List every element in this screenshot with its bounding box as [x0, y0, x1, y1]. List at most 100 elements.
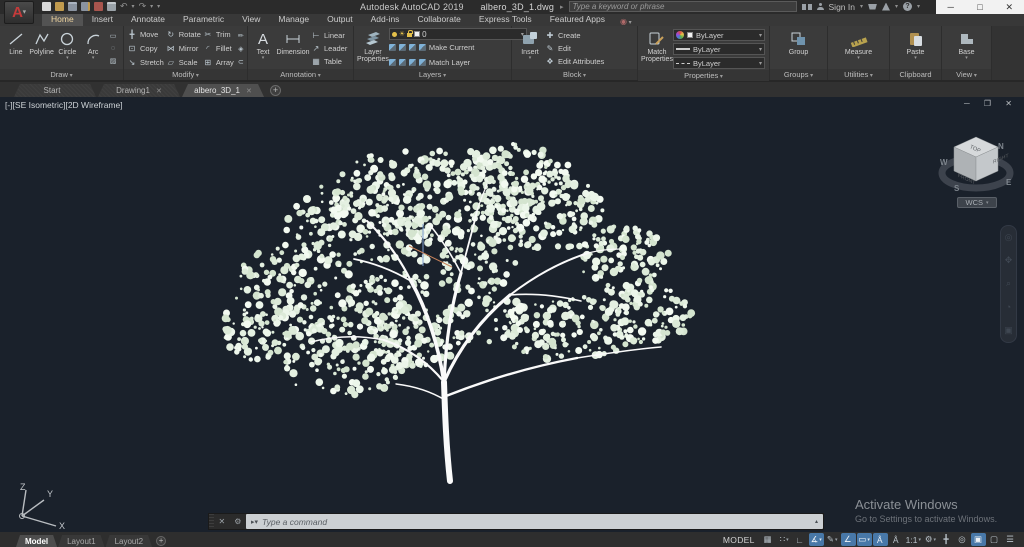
edit-attributes-button[interactable]: ❖Edit Attributes: [545, 55, 604, 68]
status-toggle[interactable]: ◎: [955, 533, 970, 546]
sign-in-caret-icon[interactable]: ▾: [860, 3, 863, 10]
layer-properties-button[interactable]: Layer Properties: [357, 28, 389, 69]
explode-icon[interactable]: ◈: [236, 45, 246, 53]
showmotion-icon[interactable]: ▣: [1004, 326, 1013, 335]
qat-customize-caret-icon[interactable]: ▾: [157, 3, 160, 10]
status-toggle[interactable]: ☰: [1003, 533, 1018, 546]
ribbon-tab[interactable]: Output: [318, 13, 362, 26]
compass-west[interactable]: W: [940, 158, 948, 167]
ribbon-tab[interactable]: Add-ins: [362, 13, 409, 26]
array-button[interactable]: ⊞Array: [203, 56, 234, 69]
command-customize-icon[interactable]: ⚙: [234, 517, 241, 526]
save-as-icon[interactable]: [81, 2, 90, 11]
panel-label-view[interactable]: View: [942, 69, 991, 80]
status-toggle[interactable]: ∷ ▾: [777, 533, 792, 546]
paste-button[interactable]: Paste: [901, 28, 931, 69]
application-menu-button[interactable]: A▾: [4, 1, 34, 24]
status-toggle[interactable]: ▭ ▾: [857, 533, 872, 546]
ribbon-tab[interactable]: Annotate: [122, 13, 174, 26]
new-file-icon[interactable]: [42, 2, 51, 11]
status-toggle[interactable]: ∠: [841, 533, 856, 546]
panel-label-draw[interactable]: Draw: [0, 69, 123, 80]
status-toggle[interactable]: ∟: [793, 533, 808, 546]
print-icon[interactable]: [107, 2, 116, 11]
trim-button[interactable]: ✂Trim: [203, 28, 234, 41]
base-button[interactable]: Base: [952, 28, 982, 69]
minimize-button[interactable]: ─: [941, 2, 961, 12]
file-tab[interactable]: albero_3D_1✕: [182, 84, 264, 97]
file-tab-close-icon[interactable]: ✕: [246, 87, 252, 95]
status-toggle[interactable]: ▣: [971, 533, 986, 546]
status-toggle[interactable]: 1:1 ▾: [905, 533, 922, 546]
new-layout-button[interactable]: +: [156, 536, 166, 546]
make-current-button[interactable]: Make Current: [389, 41, 527, 54]
status-toggle[interactable]: ∡ ▾: [809, 533, 824, 546]
maximize-button[interactable]: □: [970, 2, 990, 12]
zoom-extents-icon[interactable]: ⌕: [1006, 279, 1011, 288]
viewport-controls[interactable]: [-][SE Isometric][2D Wireframe]: [5, 100, 123, 110]
search-input[interactable]: [569, 1, 797, 12]
model-space-label[interactable]: MODEL: [723, 535, 755, 545]
compass-north[interactable]: N: [998, 142, 1004, 151]
lineweight-dropdown-caret-icon[interactable]: ▾: [759, 46, 762, 53]
status-toggle[interactable]: Å: [873, 533, 888, 546]
layer-tool-icon[interactable]: [409, 59, 416, 66]
panel-label-properties[interactable]: Properties: [638, 70, 769, 81]
help-caret-icon[interactable]: ▾: [917, 3, 920, 10]
offset-icon[interactable]: ⊂: [236, 58, 246, 66]
drawing-window-controls[interactable]: ─ ❐ ✕: [964, 99, 1018, 108]
file-tab[interactable]: Start: [14, 84, 96, 97]
panel-label-annotation[interactable]: Annotation: [248, 69, 353, 80]
ribbon-tab[interactable]: Parametric: [174, 13, 233, 26]
lineweight-dropdown[interactable]: ByLayer ▾: [673, 43, 765, 55]
block-edit-button[interactable]: ✎Edit: [545, 42, 604, 55]
layer-tool-icon[interactable]: [399, 44, 406, 51]
search-expand-icon[interactable]: ▸: [560, 3, 564, 11]
status-toggle[interactable]: ▢: [987, 533, 1002, 546]
redo-icon[interactable]: ↷: [139, 2, 147, 11]
panel-label-clipboard[interactable]: Clipboard: [890, 69, 941, 80]
command-expand-icon[interactable]: ▴: [815, 518, 818, 525]
command-close-icon[interactable]: ✕: [219, 517, 226, 526]
panel-label-block[interactable]: Block: [512, 69, 637, 80]
close-button[interactable]: ✕: [999, 2, 1019, 12]
ribbon-tab[interactable]: Collaborate: [408, 13, 469, 26]
file-tab-close-icon[interactable]: ✕: [156, 87, 162, 95]
full-navigation-wheel-icon[interactable]: ◎: [1005, 233, 1013, 242]
file-tab[interactable]: Drawing1✕: [98, 84, 180, 97]
leader-button[interactable]: ↗Leader: [311, 42, 347, 55]
compass-south[interactable]: S: [954, 184, 960, 193]
layer-tool-icon[interactable]: [389, 59, 396, 66]
layout-tab[interactable]: Model: [16, 535, 57, 547]
table-button[interactable]: ▦Table: [311, 55, 347, 68]
redo-caret-icon[interactable]: ▾: [150, 3, 153, 10]
scale-button[interactable]: ▱Scale: [166, 56, 201, 69]
store-icon[interactable]: [868, 4, 877, 10]
command-history-icon[interactable]: ▸▾: [251, 518, 258, 526]
rotate-button[interactable]: ↻Rotate: [166, 28, 201, 41]
save-icon[interactable]: [68, 2, 77, 11]
insert-button[interactable]: Insert: [515, 28, 545, 69]
panel-label-modify[interactable]: Modify: [124, 69, 247, 80]
sign-in-button[interactable]: Sign In: [829, 2, 855, 12]
mirror-button[interactable]: ⋈Mirror: [166, 42, 201, 55]
object-color-dropdown[interactable]: ByLayer ▾: [673, 29, 765, 41]
arc-button[interactable]: Arc: [80, 28, 106, 69]
circle-button[interactable]: Circle: [55, 28, 81, 69]
wcs-dropdown[interactable]: WCS: [957, 197, 997, 208]
layer-tool-icon[interactable]: [399, 59, 406, 66]
search-icon[interactable]: [802, 4, 812, 10]
match-properties-button[interactable]: Match Properties: [641, 28, 673, 70]
exchange-caret-icon[interactable]: ▾: [895, 3, 898, 10]
block-create-button[interactable]: ✚Create: [545, 29, 604, 42]
compass-east[interactable]: E: [1006, 178, 1012, 187]
ribbon-tab[interactable]: Home: [42, 13, 83, 26]
linetype-dropdown-caret-icon[interactable]: ▾: [759, 60, 762, 67]
hatch-icon[interactable]: ▨: [108, 57, 118, 65]
text-button[interactable]: A Text: [251, 28, 275, 69]
layer-tool-icon[interactable]: [409, 44, 416, 51]
ribbon-tab[interactable]: Featured Apps: [541, 13, 614, 26]
layout-tab[interactable]: Layout2: [106, 535, 152, 547]
status-toggle[interactable]: ╋: [939, 533, 954, 546]
layout-tab[interactable]: Layout1: [58, 535, 104, 547]
